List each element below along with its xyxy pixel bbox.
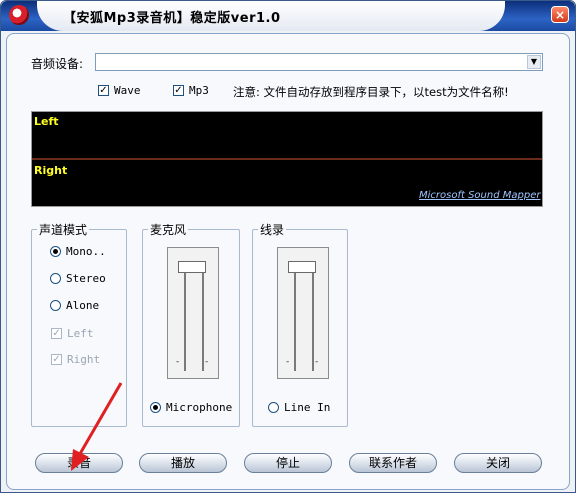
app-window: 【安狐Mp3录音机】稳定版ver1.0 × 音频设备: ▼ ✓ Wave ✓ M… xyxy=(0,0,576,493)
annotation-arrow-icon xyxy=(71,382,123,471)
